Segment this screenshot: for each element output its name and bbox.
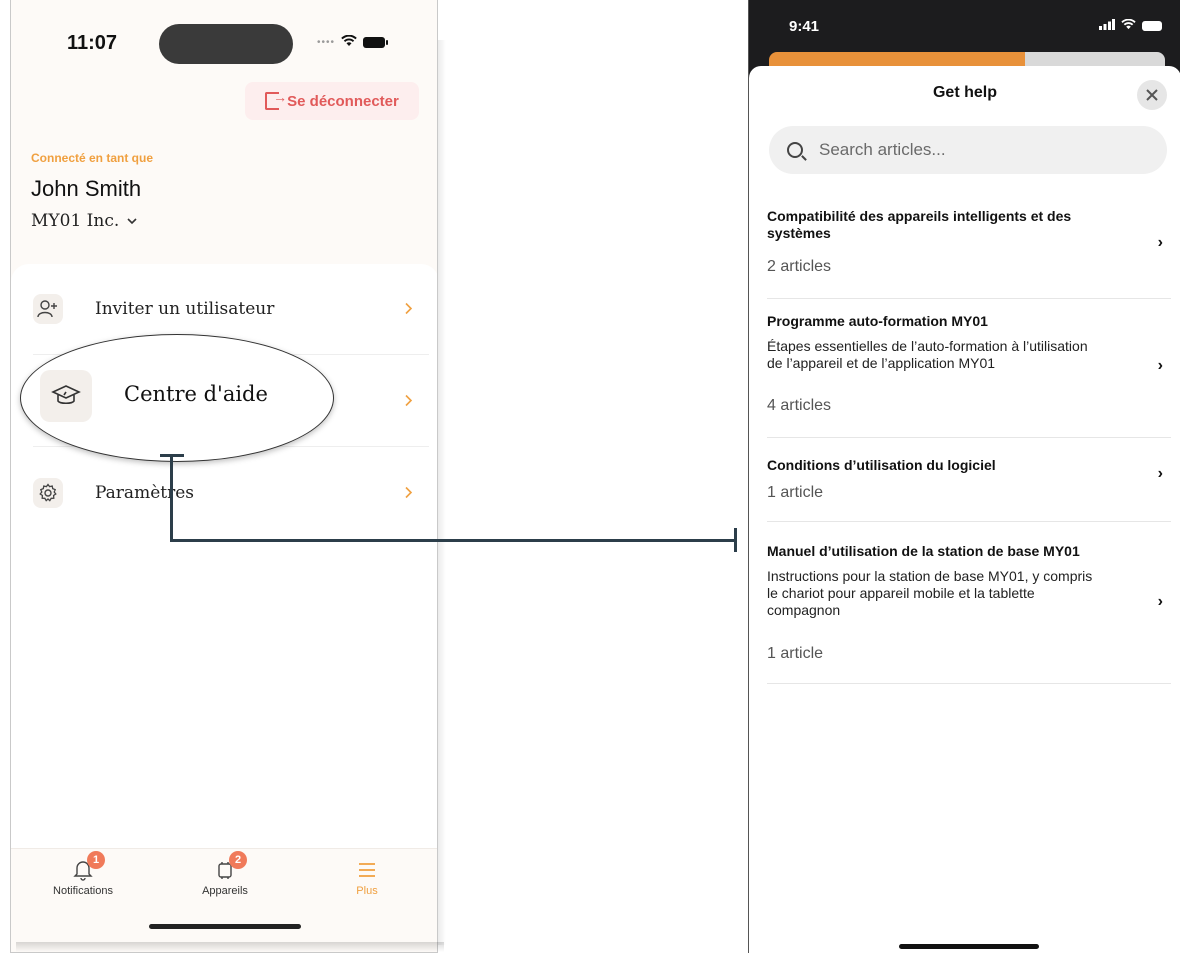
tab-devices[interactable]: 2 Appareils (165, 851, 285, 897)
menu-item-label: Paramètres (95, 483, 194, 503)
connected-as-label: Connecté en tant que (31, 151, 154, 165)
graduation-cap-icon (40, 370, 92, 422)
signal-icon (1099, 18, 1115, 33)
article-title: Conditions d’utilisation du logiciel (767, 457, 996, 473)
logout-button[interactable]: Se déconnecter (245, 82, 419, 120)
article-title: Manuel d’utilisation de la station de ba… (767, 543, 1080, 559)
article-category[interactable]: Compatibilité des appareils intelligents… (767, 208, 1171, 299)
battery-icon (363, 36, 389, 48)
article-category[interactable]: Programme auto-formation MY01 Étapes ess… (767, 313, 1171, 438)
add-user-icon (33, 294, 63, 324)
logout-label: Se déconnecter (287, 92, 399, 110)
tab-label: Plus (356, 885, 378, 897)
chevron-right-icon: › (1157, 465, 1163, 482)
connector-cap (734, 528, 737, 552)
phone-shadow (438, 40, 446, 945)
search-input[interactable] (817, 139, 1141, 161)
wifi-icon (1121, 18, 1136, 33)
battery-icon (1142, 20, 1162, 31)
chevron-right-icon: › (1157, 593, 1163, 610)
menu-icon (357, 855, 377, 885)
help-sheet: Get help Compatibilité des appareils int… (749, 66, 1180, 953)
chevron-right-icon: › (1157, 357, 1163, 374)
chevron-down-icon (127, 214, 137, 228)
connector-line (170, 539, 736, 542)
status-icons (1099, 18, 1162, 33)
devices-badge: 2 (229, 851, 247, 869)
close-button[interactable] (1137, 80, 1167, 110)
article-count: 2 articles (767, 258, 832, 275)
left-phone-screen: 11:07 •••• Se déconnecter Connecté en ta… (10, 0, 438, 953)
logout-icon (265, 89, 287, 110)
tab-bar: 1 Notifications 2 Appareils Plus (11, 848, 437, 952)
home-indicator (899, 944, 1039, 949)
connector-line (170, 454, 173, 542)
article-category[interactable]: Manuel d’utilisation de la station de ba… (767, 543, 1171, 684)
article-title: Programme auto-formation MY01 (767, 313, 988, 329)
tab-more[interactable]: Plus (307, 855, 427, 897)
chevron-right-icon (405, 483, 413, 504)
menu-item-settings[interactable]: Paramètres (33, 448, 429, 538)
wifi-icon (341, 34, 357, 50)
article-count: 4 articles (767, 397, 832, 414)
close-icon (1146, 85, 1158, 106)
tab-notifications[interactable]: 1 Notifications (23, 851, 143, 897)
help-center-label[interactable]: Centre d'aide (124, 382, 268, 406)
right-phone-screen: 9:41 Get help Compatibilité des appareil… (748, 0, 1180, 953)
notification-badge: 1 (87, 851, 105, 869)
signal-icon: •••• (317, 36, 336, 48)
chevron-right-icon (405, 391, 413, 412)
status-time: 9:41 (789, 18, 820, 35)
tab-label: Appareils (202, 885, 248, 897)
article-description: Instructions pour la station de base MY0… (767, 568, 1093, 618)
article-title: Compatibilité des appareils intelligents… (767, 208, 1072, 241)
article-count: 1 article (767, 645, 824, 662)
user-name: John Smith (31, 176, 142, 201)
search-bar[interactable] (769, 126, 1167, 174)
dynamic-island (159, 24, 293, 64)
menu-item-label: Inviter un utilisateur (95, 299, 275, 319)
phone-shadow-bottom (16, 942, 444, 952)
chevron-right-icon (405, 299, 413, 320)
home-indicator (149, 924, 301, 929)
chevron-right-icon: › (1157, 234, 1163, 251)
search-icon (787, 142, 803, 158)
organization-selector[interactable]: MY01 Inc. (31, 211, 137, 231)
status-time: 11:07 (67, 32, 118, 54)
article-description: Étapes essentielles de l’auto-formation … (767, 338, 1088, 371)
tab-label: Notifications (53, 885, 113, 897)
article-category[interactable]: Conditions d’utilisation du logiciel 1 a… (767, 457, 1171, 522)
sheet-title: Get help (932, 84, 997, 101)
devices-icon: 2 (215, 851, 247, 885)
article-count: 1 article (767, 484, 824, 501)
bell-icon: 1 (73, 851, 105, 885)
gear-icon (33, 478, 63, 508)
organization-name: MY01 Inc. (31, 211, 120, 231)
status-icons: •••• (317, 34, 389, 50)
